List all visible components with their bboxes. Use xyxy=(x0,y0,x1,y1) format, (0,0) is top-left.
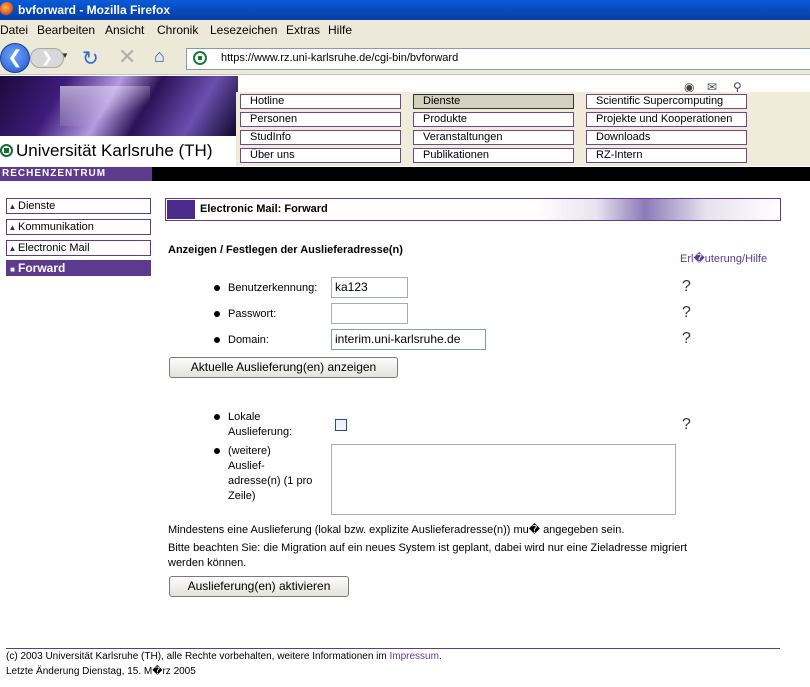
nav-downloads[interactable]: Downloads xyxy=(586,130,747,145)
bullet-icon xyxy=(214,285,220,291)
bullet-icon xyxy=(214,337,220,343)
form-subtitle: Anzeigen / Festlegen der Auslieferadress… xyxy=(168,244,403,256)
nav-scientific-supercomputing[interactable]: Scientific Supercomputing xyxy=(586,94,747,109)
university-logo-icon xyxy=(0,144,13,157)
window-title: bvforward - Mozilla Firefox xyxy=(18,3,171,17)
nav-studinfo[interactable]: StudInfo xyxy=(240,130,401,145)
section-marker xyxy=(167,200,195,219)
menu-lesezeichen[interactable]: Lesezeichen xyxy=(210,23,277,37)
forward-button[interactable]: ❯ xyxy=(30,48,64,68)
arrow-up-icon: ▲ xyxy=(8,202,17,211)
square-bullet-icon: ■ xyxy=(10,265,15,274)
help-question-icon[interactable]: ? xyxy=(682,278,691,296)
header-banner-image xyxy=(0,76,238,136)
sidebar-item-electronic-mail[interactable]: ▲ Electronic Mail xyxy=(6,240,151,256)
menu-extras[interactable]: Extras xyxy=(286,23,320,37)
nav-dienste[interactable]: Dienste xyxy=(413,94,574,109)
stop-icon[interactable]: ✕ xyxy=(118,44,136,70)
nav-personen[interactable]: Personen xyxy=(240,112,401,127)
footer-last-change: Letzte Änderung Dienstag, 15. M�rz 2005 xyxy=(6,666,196,677)
nav-publikationen[interactable]: Publikationen xyxy=(413,148,574,163)
help-question-icon[interactable]: ? xyxy=(682,304,691,322)
activate-delivery-button[interactable]: Auslieferung(en) aktivieren xyxy=(169,576,349,597)
nav-rz-intern[interactable]: RZ-Intern xyxy=(586,148,747,163)
domain-label: Domain: xyxy=(228,334,269,346)
user-label: Benutzerkennung: xyxy=(228,282,318,294)
firefox-icon xyxy=(0,2,14,16)
note-migration: Bitte beachten Sie: die Migration auf ei… xyxy=(168,542,688,554)
note-migration-cont: werden können. xyxy=(168,557,247,569)
bullet-icon xyxy=(214,448,220,454)
sidebar-item-dienste[interactable]: ▲ Dienste xyxy=(6,198,151,214)
impressum-link[interactable]: Impressum xyxy=(390,651,439,662)
menu-hilfe[interactable]: Hilfe xyxy=(328,23,352,37)
site-identity-icon[interactable] xyxy=(193,51,207,65)
nav-ueber-uns[interactable]: Über uns xyxy=(240,148,401,163)
help-question-icon[interactable]: ? xyxy=(682,416,691,434)
nav-hotline[interactable]: Hotline xyxy=(240,94,401,109)
password-field[interactable] xyxy=(331,303,408,324)
local-delivery-label-1: Lokale xyxy=(228,411,261,423)
main-navigation: Hotline Dienste Scientific Supercomputin… xyxy=(236,92,810,166)
sidebar-item-forward[interactable]: ■ Forward xyxy=(6,260,151,276)
nav-veranstaltungen[interactable]: Veranstaltungen xyxy=(413,130,574,145)
back-button[interactable]: ❮ xyxy=(0,43,30,73)
section-title: Electronic Mail: Forward xyxy=(200,203,328,215)
help-question-icon[interactable]: ? xyxy=(682,330,691,348)
url-text[interactable]: https://www.rz.uni-karlsruhe.de/cgi-bin/… xyxy=(221,52,458,64)
window-titlebar: bvforward - Mozilla Firefox xyxy=(0,0,810,20)
further-address-label-2: Auslief- xyxy=(228,460,265,472)
sidebar-item-kommunikation[interactable]: ▲ Kommunikation xyxy=(6,219,151,235)
further-address-label-4: Zeile) xyxy=(228,490,256,502)
password-label: Passwort: xyxy=(228,308,277,320)
further-address-textarea[interactable] xyxy=(331,444,676,515)
rechenzentrum-label[interactable]: RECHENZENTRUM xyxy=(0,167,152,181)
university-name[interactable]: Universität Karlsruhe (TH) xyxy=(0,141,213,161)
local-delivery-label-2: Auslieferung: xyxy=(228,426,293,438)
show-delivery-button[interactable]: Aktuelle Auslieferung(en) anzeigen xyxy=(169,357,398,378)
menu-bar: Datei Bearbeiten Ansicht Chronik Lesezei… xyxy=(0,20,810,41)
home-icon[interactable]: ⌂ xyxy=(154,46,165,67)
help-link[interactable]: Erl�uterung/Hilfe xyxy=(680,252,767,265)
footer-divider xyxy=(6,648,780,649)
reload-icon[interactable]: ↻ xyxy=(82,46,99,71)
navigation-toolbar: ❮ ❯ ▼ ↻ ✕ ⌂ https://www.rz.uni-karlsruhe… xyxy=(0,40,810,75)
arrow-up-icon: ▲ xyxy=(8,244,17,253)
menu-bearbeiten[interactable]: Bearbeiten xyxy=(37,23,95,37)
footer-copyright: (c) 2003 Universität Karlsruhe (TH), all… xyxy=(6,651,442,662)
further-address-label-3: adresse(n) (1 pro xyxy=(228,475,313,487)
menu-chronik[interactable]: Chronik xyxy=(157,23,198,37)
menu-ansicht[interactable]: Ansicht xyxy=(105,23,144,37)
bullet-icon xyxy=(214,414,220,420)
arrow-up-icon: ▲ xyxy=(8,223,17,232)
nav-produkte[interactable]: Produkte xyxy=(413,112,574,127)
user-field[interactable]: ka123 xyxy=(331,277,408,298)
history-dropdown-icon[interactable]: ▼ xyxy=(61,52,69,60)
nav-projekte-kooperationen[interactable]: Projekte und Kooperationen xyxy=(586,112,747,127)
note-minimum: Mindestens eine Auslieferung (lokal bzw.… xyxy=(168,524,625,536)
domain-field[interactable]: interim.uni-karlsruhe.de xyxy=(331,329,486,350)
menu-datei[interactable]: Datei xyxy=(0,23,28,37)
bullet-icon xyxy=(214,311,220,317)
section-header: Electronic Mail: Forward xyxy=(165,198,781,221)
further-address-label-1: (weitere) xyxy=(228,445,271,457)
url-bar[interactable]: https://www.rz.uni-karlsruhe.de/cgi-bin/… xyxy=(186,48,810,70)
local-delivery-checkbox[interactable] xyxy=(335,419,347,431)
